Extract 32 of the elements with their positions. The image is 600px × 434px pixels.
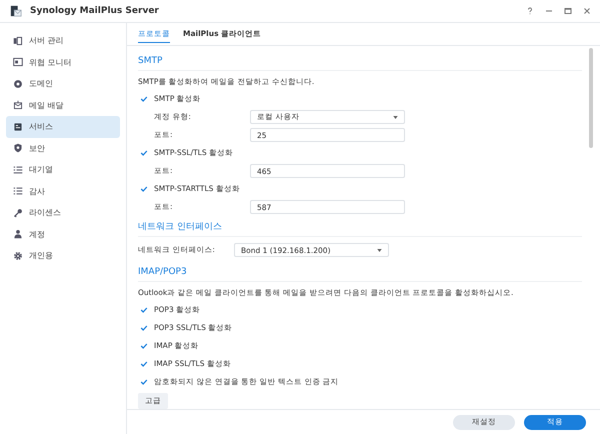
window-title: Synology MailPlus Server [30,6,160,16]
section-heading: IMAP/POP3 [138,261,582,282]
sidebar-item[interactable]: 보안 [6,138,120,159]
sidebar-item[interactable]: 서비스 [6,116,120,138]
key-icon [13,208,23,218]
sidebar-item[interactable]: 위협 모니터 [6,52,120,73]
section-heading: 네트워크 인터페이스 [138,216,582,237]
queue-icon [13,164,23,175]
sidebar-item[interactable]: 도메인 [6,73,120,94]
services-icon [13,122,23,132]
sidebar-item[interactable]: 메일 배달 [6,94,120,116]
monitor-icon [13,57,23,68]
shield-icon [13,143,23,154]
envelope-icon [13,100,23,110]
app-icon [10,5,22,17]
caret-icon [393,116,398,118]
scrollbar[interactable] [589,48,593,148]
sidebar-item[interactable]: 계정 [6,224,120,245]
caret-icon [377,248,382,252]
sidebar-item[interactable]: 대기열 [6,159,120,180]
section-heading: SMTP [138,50,582,71]
server-icon [13,36,23,46]
sidebar-item[interactable]: 서버 관리 [6,30,120,52]
list-icon [13,186,23,196]
sidebar-item[interactable]: 개인용 [6,245,120,266]
sidebar-item[interactable]: 감사 [6,180,120,202]
close-icon[interactable] [582,6,592,16]
gear-icon [13,250,23,261]
sidebar-item[interactable]: 라이센스 [6,202,120,224]
help-icon[interactable] [525,6,535,16]
person-icon [13,229,23,240]
maximize-icon[interactable] [563,6,573,16]
